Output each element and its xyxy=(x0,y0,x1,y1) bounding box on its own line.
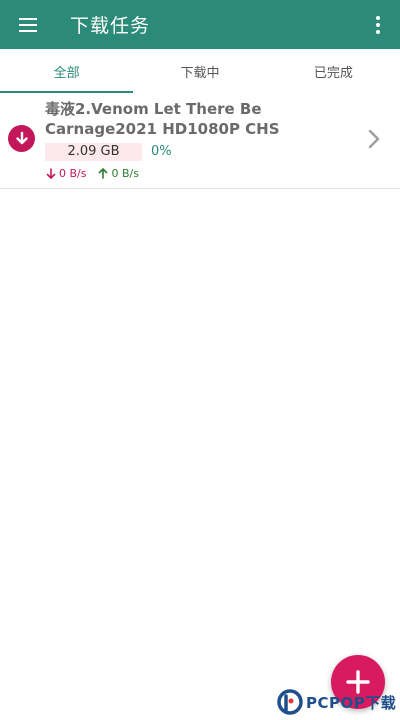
download-speed-value: 0 B/s xyxy=(59,167,87,180)
page-title: 下载任务 xyxy=(70,15,151,37)
speed-row: 0 B/s 0 B/s xyxy=(46,167,139,180)
watermark: PCPOP下载 xyxy=(276,684,400,720)
task-list-item[interactable]: 毒液2.Venom Let There Be Carnage2021 HD108… xyxy=(0,93,400,189)
file-size: 2.09 GB xyxy=(45,143,142,161)
chevron-right-icon[interactable] xyxy=(364,127,384,151)
upload-speed-value: 0 B/s xyxy=(111,167,139,180)
download-speed: 0 B/s xyxy=(46,167,86,180)
tab-all[interactable]: 全部 xyxy=(0,49,134,93)
task-name: 毒液2.Venom Let There Be Carnage2021 HD108… xyxy=(45,100,280,138)
watermark-text: PCPOP下载 xyxy=(306,693,397,712)
menu-icon xyxy=(19,17,37,32)
app-bar: 下载任务 xyxy=(0,0,400,49)
progress-percent: 0% xyxy=(151,144,172,159)
tab-completed[interactable]: 已完成 xyxy=(267,49,400,93)
more-vert-icon xyxy=(376,15,380,34)
pcpop-logo-icon xyxy=(277,689,303,715)
tab-bar: 全部 下载中 已完成 xyxy=(0,49,400,93)
more-options-button[interactable] xyxy=(356,0,400,49)
arrow-down-icon xyxy=(46,168,56,179)
menu-button[interactable] xyxy=(0,0,56,49)
upload-speed: 0 B/s xyxy=(98,167,139,180)
tab-downloading[interactable]: 下载中 xyxy=(133,49,266,93)
arrow-up-icon xyxy=(99,168,108,179)
download-icon[interactable] xyxy=(8,125,35,152)
